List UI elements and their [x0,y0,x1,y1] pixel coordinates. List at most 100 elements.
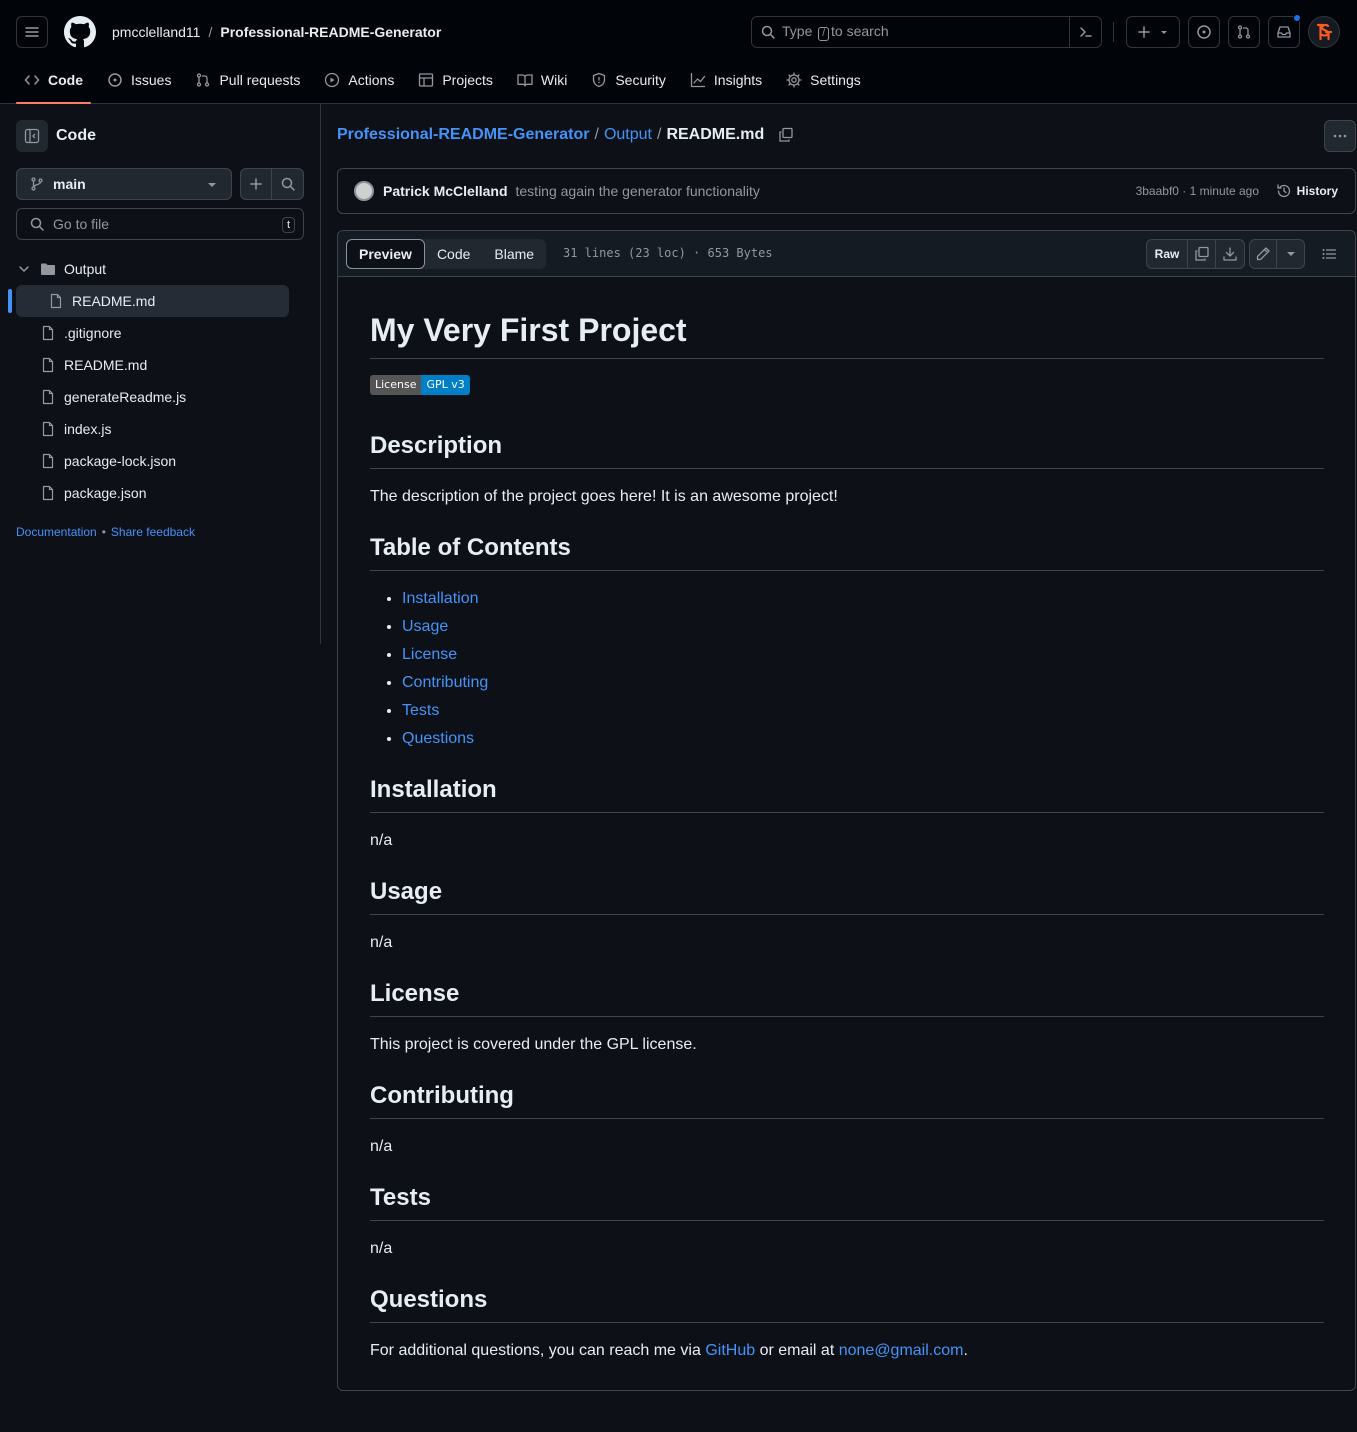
copy-raw-button[interactable] [1188,240,1216,268]
tree-file-gitignore[interactable]: .gitignore [16,317,289,349]
view-mode-toggle: Preview Code Blame [346,239,547,269]
heading-questions: Questions [370,1285,1324,1323]
tree-file-generatereadme[interactable]: generateReadme.js [16,381,289,413]
notifications-button[interactable] [1268,14,1301,48]
tab-blame[interactable]: Blame [482,239,546,269]
heading-description: Description [370,431,1324,469]
tree-file-readme[interactable]: README.md [16,349,289,381]
toc-link-questions[interactable]: Questions [402,730,474,747]
menu-button[interactable] [16,16,48,48]
toc-link-installation[interactable]: Installation [402,590,479,607]
github-logo-icon[interactable] [64,16,96,48]
collapse-sidebar-button[interactable] [16,120,48,152]
toc-link-license[interactable]: License [402,646,457,663]
user-avatar[interactable] [1308,16,1340,48]
tab-wiki[interactable]: Wiki [509,64,575,96]
commit-author[interactable]: Patrick McClelland [383,183,508,199]
edit-button[interactable] [1250,240,1277,268]
heading-license: License [370,979,1324,1017]
file-tree: Output README.md .gitignore README.md ge… [8,253,289,509]
branch-selector[interactable]: main [16,168,232,200]
path-repo-link[interactable]: Professional-README-Generator [337,126,590,144]
tab-settings[interactable]: Settings [778,64,869,96]
shield-icon [593,72,606,88]
markdown-body: My Very First Project License GPL v3 Des… [370,311,1324,1379]
tree-file-output-readme[interactable]: README.md [8,285,289,317]
app-header: pmcclelland11 / Professional-README-Gene… [0,0,1357,104]
email-link[interactable]: none@gmail.com [839,1342,964,1359]
badge-value: GPL v3 [421,375,470,395]
file-icon [42,421,54,437]
play-icon [325,72,340,88]
branch-name: main [53,176,86,192]
search-placeholder: Type / to search [782,23,889,41]
commit-meta[interactable]: 3baabf0 · 1 minute ago [1136,184,1259,198]
repo-link[interactable]: Professional-README-Generator [220,24,441,40]
tab-preview[interactable]: Preview [346,239,425,269]
search-icon [761,25,775,39]
more-options-button[interactable] [1324,120,1356,152]
download-button[interactable] [1216,240,1244,268]
list-item: Questions [402,727,1324,751]
copy-path-icon[interactable] [778,127,794,143]
tab-wiki-label: Wiki [540,72,568,88]
inbox-icon [1277,26,1291,38]
tab-projects[interactable]: Projects [410,64,501,96]
repo-nav: Code Issues Pull requests Actions Projec… [16,64,877,104]
notification-dot [1293,14,1301,22]
tab-insights[interactable]: Insights [682,64,770,96]
toc-link-contributing[interactable]: Contributing [402,674,488,691]
create-new-button[interactable] [1126,16,1180,48]
tree-item-label: .gitignore [64,325,122,341]
toc-link-tests[interactable]: Tests [402,702,439,719]
pull-requests-button[interactable] [1228,16,1260,48]
issue-icon [1197,25,1211,39]
add-file-button[interactable] [241,169,273,199]
command-palette-button[interactable] [1069,17,1101,47]
list-item: Installation [402,587,1324,611]
tab-settings-label: Settings [810,72,861,88]
tree-file-index[interactable]: index.js [16,413,289,445]
tab-pull-requests[interactable]: Pull requests [187,64,308,96]
outline-button[interactable] [1314,239,1344,269]
chevron-down-icon [19,266,29,273]
edit-menu-button[interactable] [1277,240,1304,268]
tab-security[interactable]: Security [583,64,674,96]
tab-code-view[interactable]: Code [425,239,482,269]
toc-list: Installation Usage License Contributing … [370,587,1324,751]
heading-tests: Tests [370,1183,1324,1221]
avatar[interactable] [354,181,374,201]
latest-commit-bar: Patrick McClelland testing again the gen… [337,168,1356,214]
tree-file-package-lock[interactable]: package-lock.json [16,445,289,477]
go-to-file-input[interactable]: Go to file t [16,208,304,240]
file-meta: 31 lines (23 loc) · 653 Bytes [563,246,773,260]
tab-projects-label: Projects [442,72,493,88]
tab-issues-label: Issues [131,72,172,88]
tab-code[interactable]: Code [16,64,91,104]
tab-issues[interactable]: Issues [99,64,179,96]
hamburger-icon [25,27,39,37]
search-input[interactable]: Type / to search [751,16,1102,48]
history-button[interactable]: History [1276,183,1338,199]
questions-text: For additional questions, you can reach … [370,1339,1324,1363]
license-badge[interactable]: License GPL v3 [370,375,470,395]
share-feedback-link[interactable]: Share feedback [111,525,195,539]
terminal-icon [1079,27,1092,37]
tree-folder-output[interactable]: Output [16,253,289,285]
triangle-down-icon [1286,252,1295,256]
questions-pre: For additional questions, you can reach … [370,1342,701,1359]
path-folder-link[interactable]: Output [604,126,652,144]
tab-actions[interactable]: Actions [316,64,402,96]
tab-security-label: Security [615,72,666,88]
issues-button[interactable] [1188,16,1220,48]
search-code-button[interactable] [272,169,303,199]
raw-button[interactable]: Raw [1147,240,1188,268]
documentation-link[interactable]: Documentation [16,525,97,539]
commit-message[interactable]: testing again the generator functionalit… [516,183,760,199]
go-to-file-placeholder: Go to file [53,216,110,232]
owner-link[interactable]: pmcclelland11 [112,24,200,40]
tree-file-package[interactable]: package.json [16,477,289,509]
license-text: This project is covered under the GPL li… [370,1036,697,1053]
toc-link-usage[interactable]: Usage [402,618,448,635]
github-link[interactable]: GitHub [705,1342,755,1359]
